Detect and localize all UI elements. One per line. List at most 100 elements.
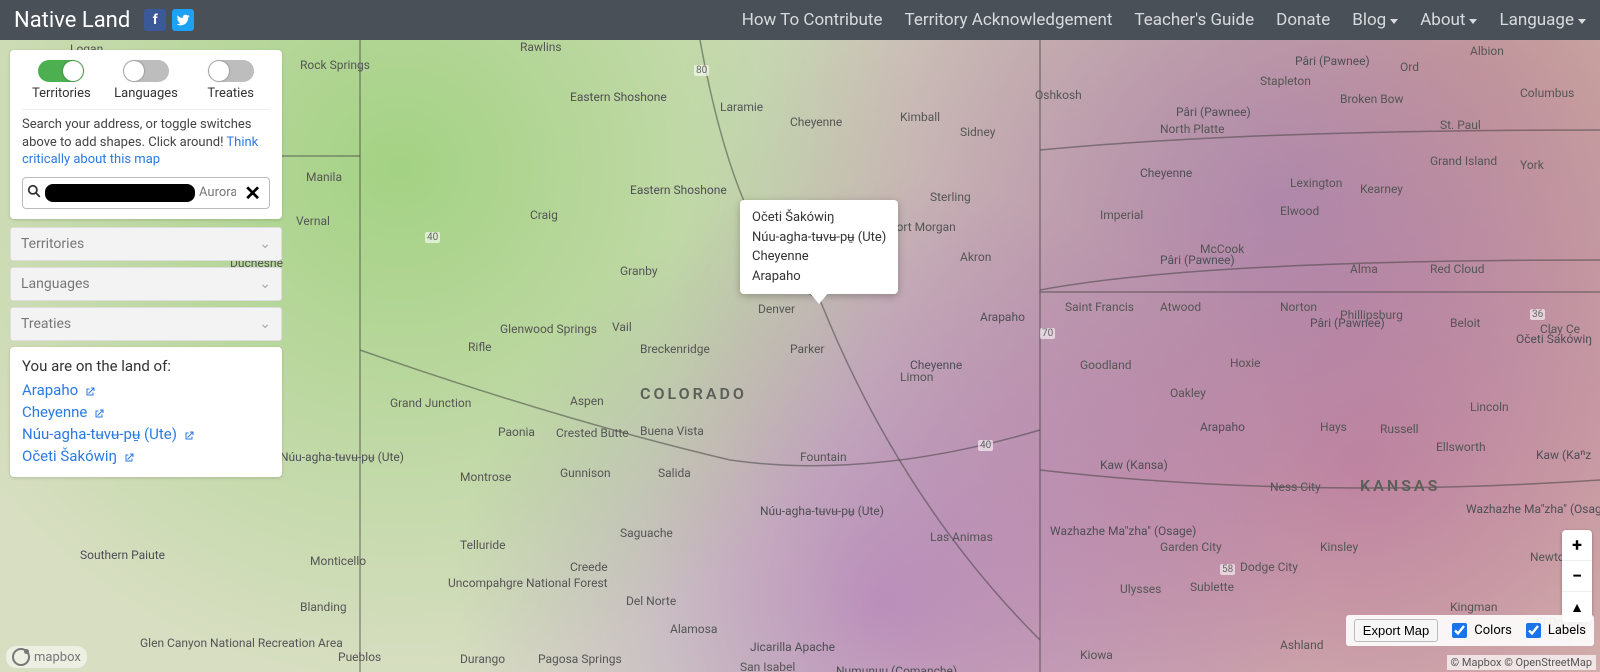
toggle-treaties[interactable] — [208, 60, 254, 82]
external-link-icon — [123, 450, 135, 462]
map-label: Vernal — [296, 214, 330, 228]
route-label: 40 — [978, 440, 993, 451]
popup-line[interactable]: Arapaho — [752, 267, 886, 287]
mapbox-logo[interactable]: mapbox — [6, 646, 87, 668]
map-label: Pagosa Springs — [538, 652, 622, 666]
map-label: Denver — [758, 302, 795, 316]
twitter-icon[interactable] — [172, 9, 194, 31]
clear-search-button[interactable]: ✕ — [240, 181, 265, 205]
territory-label: Pâri (Pawnee) — [1310, 316, 1385, 330]
map-label: St. Paul — [1440, 118, 1481, 132]
mapbox-icon — [12, 648, 30, 666]
map-label: Red Cloud — [1430, 262, 1484, 276]
colors-checkbox-input[interactable] — [1452, 623, 1467, 638]
toggle-languages-label: Languages — [114, 86, 178, 101]
top-navbar: Native Land f How To Contribute Territor… — [0, 0, 1600, 40]
map-label: Granby — [620, 264, 658, 278]
route-label: 40 — [425, 232, 440, 243]
chevron-down-icon: ⌄ — [259, 316, 271, 332]
result-link[interactable]: Cheyenne — [22, 401, 270, 423]
external-link-icon — [183, 428, 195, 440]
map-label: Glen Canyon National Recreation Area — [140, 636, 343, 650]
popup-line[interactable]: Núu-agha-tʉvʉ-pʉ̱ (Ute) — [752, 228, 886, 248]
map-label: Manila — [306, 170, 342, 184]
labels-checkbox-input[interactable] — [1526, 623, 1541, 638]
nav-about[interactable]: About — [1420, 10, 1477, 30]
map-label: Akron — [960, 250, 991, 264]
labels-checkbox[interactable]: Labels — [1522, 620, 1586, 641]
social-links: f — [144, 9, 194, 31]
map-label: Durango — [460, 652, 505, 666]
facebook-icon[interactable]: f — [144, 9, 166, 31]
territory-label: Numunuu (Comanche) — [836, 664, 957, 672]
result-link[interactable]: Očeti Šakówiŋ — [22, 445, 270, 467]
route-label: 70 — [1040, 328, 1055, 339]
map-label: Creede — [570, 560, 608, 574]
state-label: COLORADO — [640, 384, 747, 403]
zoom-in-button[interactable]: + — [1562, 530, 1592, 561]
map-label: McCook — [1200, 242, 1244, 256]
toggle-languages[interactable] — [123, 60, 169, 82]
map-label: Norton — [1280, 300, 1317, 314]
map-label: Ulysses — [1120, 582, 1161, 596]
dropdown-treaties[interactable]: Treaties ⌄ — [10, 307, 282, 341]
map-label: Kinsley — [1320, 540, 1358, 554]
map-label: Kimball — [900, 110, 940, 124]
toggle-territories[interactable] — [38, 60, 84, 82]
map-label: Dodge City — [1240, 560, 1298, 574]
map-label: Oshkosh — [1035, 88, 1082, 102]
territory-label: Arapaho — [1200, 420, 1245, 434]
map-label: Alma — [1350, 262, 1378, 276]
nav-blog[interactable]: Blog — [1352, 10, 1398, 30]
map-label: Craig — [530, 208, 558, 222]
territory-label: Eastern Shoshone — [630, 183, 727, 197]
map-label: Ness City — [1270, 480, 1321, 494]
map-label: Limon — [900, 370, 933, 384]
colors-checkbox[interactable]: Colors — [1448, 620, 1512, 641]
nav-language[interactable]: Language — [1499, 10, 1586, 30]
result-link[interactable]: Núu-agha-tʉvʉ-pʉ̱ (Ute) — [22, 423, 270, 445]
dropdown-languages[interactable]: Languages ⌄ — [10, 267, 282, 301]
chevron-down-icon: ⌄ — [259, 236, 271, 252]
chevron-down-icon — [1469, 19, 1477, 24]
map-label: Goodland — [1080, 358, 1131, 372]
nav-acknowledgement[interactable]: Territory Acknowledgement — [905, 10, 1113, 30]
territory-label: Kaw (Kaⁿz — [1536, 448, 1591, 462]
result-link[interactable]: Arapaho — [22, 379, 270, 401]
external-link-icon — [93, 406, 105, 418]
map-label: Pueblos — [338, 650, 381, 664]
search-value-redacted — [45, 184, 195, 202]
map-label: Saint Francis — [1065, 300, 1134, 314]
nav-contribute[interactable]: How To Contribute — [742, 10, 883, 30]
route-label: 58 — [1220, 564, 1235, 575]
zoom-out-button[interactable]: − — [1562, 561, 1592, 592]
chevron-down-icon — [1578, 19, 1586, 24]
map-label: Crested Butte — [556, 426, 629, 440]
map-label: Laramie — [720, 100, 763, 114]
territory-label: Wazhazhe Ma"zha" (Osage) — [1466, 502, 1600, 516]
map-label: Sterling — [930, 190, 971, 204]
popup-line[interactable]: Cheyenne — [752, 247, 886, 267]
popup-line[interactable]: Očeti Šakówiŋ — [752, 208, 886, 228]
map-label: Stapleton — [1260, 74, 1311, 88]
results-card: You are on the land of: Arapaho Cheyenne… — [10, 347, 282, 477]
territory-label: Očeti Šakówiŋ — [1516, 332, 1592, 346]
brand-title[interactable]: Native Land — [14, 8, 130, 33]
search-input-row[interactable]: Aurora, ✕ — [22, 177, 270, 209]
dropdown-territories[interactable]: Territories ⌄ — [10, 227, 282, 261]
results-heading: You are on the land of: — [22, 357, 270, 375]
map-label: Parker — [790, 342, 825, 356]
map-label: York — [1520, 158, 1544, 172]
nav-teachers[interactable]: Teacher's Guide — [1134, 10, 1254, 30]
map-label: Clay Ce — [1540, 322, 1580, 336]
map-label: Atwood — [1160, 300, 1201, 314]
map-label: Albion — [1470, 44, 1504, 58]
map-label: Sidney — [960, 125, 995, 139]
map-label: Breckenridge — [640, 342, 710, 356]
nav-donate[interactable]: Donate — [1276, 10, 1330, 30]
export-map-button[interactable]: Export Map — [1354, 619, 1438, 642]
map-label: Monticello — [310, 554, 366, 568]
map-label: Uncompahgre National Forest — [448, 576, 608, 590]
map-label: Phillipsburg — [1340, 308, 1403, 322]
territory-label: Pâri (Pawnee) — [1295, 54, 1370, 68]
